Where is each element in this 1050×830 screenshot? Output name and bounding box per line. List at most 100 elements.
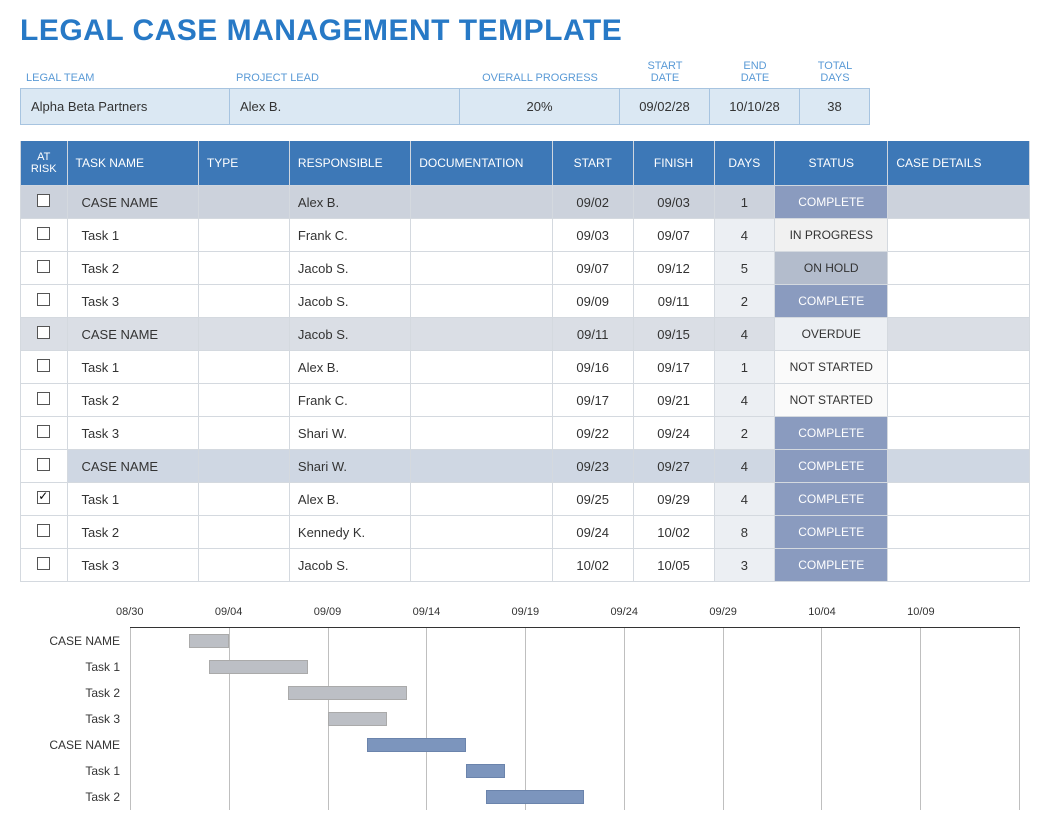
resp-cell: Alex B. xyxy=(289,186,410,219)
days-cell: 3 xyxy=(714,549,775,582)
details-cell xyxy=(888,252,1030,285)
summary-hdr-end: END DATE xyxy=(710,54,800,88)
gantt-axis: 08/3009/0409/0909/1409/1909/2409/2910/04… xyxy=(130,606,1020,628)
gantt-row-track xyxy=(130,784,1020,810)
risk-cell xyxy=(21,483,68,516)
at-risk-checkbox[interactable] xyxy=(37,392,50,405)
status-cell: COMPLETE xyxy=(775,516,888,549)
start-cell: 09/03 xyxy=(552,219,633,252)
name-cell: Task 2 xyxy=(67,252,198,285)
finish-cell: 09/15 xyxy=(633,318,714,351)
name-cell: Task 1 xyxy=(67,219,198,252)
name-cell: Task 2 xyxy=(67,384,198,417)
summary-hdr-progress: OVERALL PROGRESS xyxy=(460,54,620,88)
status-cell: COMPLETE xyxy=(775,186,888,219)
col-days: DAYS xyxy=(714,141,775,186)
gantt-tick: 09/29 xyxy=(709,606,808,627)
summary-val-end: 10/10/28 xyxy=(710,88,800,125)
col-status: STATUS xyxy=(775,141,888,186)
at-risk-checkbox[interactable] xyxy=(37,425,50,438)
status-cell: NOT STARTED xyxy=(775,351,888,384)
at-risk-checkbox[interactable] xyxy=(37,458,50,471)
status-cell: NOT STARTED xyxy=(775,384,888,417)
status-cell: ON HOLD xyxy=(775,252,888,285)
start-cell: 09/16 xyxy=(552,351,633,384)
resp-cell: Alex B. xyxy=(289,351,410,384)
resp-cell: Kennedy K. xyxy=(289,516,410,549)
finish-cell: 09/29 xyxy=(633,483,714,516)
doc-cell xyxy=(411,318,553,351)
type-cell xyxy=(198,450,289,483)
at-risk-checkbox[interactable] xyxy=(37,491,50,504)
finish-cell: 10/02 xyxy=(633,516,714,549)
gantt-bar xyxy=(466,764,506,778)
days-cell: 4 xyxy=(714,384,775,417)
at-risk-checkbox[interactable] xyxy=(37,293,50,306)
gantt-tick: 10/04 xyxy=(808,606,907,627)
gantt-row-label: Task 1 xyxy=(40,654,130,680)
gantt-bar xyxy=(367,738,466,752)
name-cell: CASE NAME xyxy=(67,318,198,351)
start-cell: 09/09 xyxy=(552,285,633,318)
case-row: CASE NAMEJacob S.09/1109/154OVERDUE xyxy=(21,318,1030,351)
doc-cell xyxy=(411,417,553,450)
doc-cell xyxy=(411,384,553,417)
task-table: AT RISK TASK NAME TYPE RESPONSIBLE DOCUM… xyxy=(20,141,1030,582)
name-cell: Task 2 xyxy=(67,516,198,549)
case-row: CASE NAMEAlex B.09/0209/031COMPLETE xyxy=(21,186,1030,219)
start-cell: 09/23 xyxy=(552,450,633,483)
gantt-row-track xyxy=(130,680,1020,706)
resp-cell: Shari W. xyxy=(289,450,410,483)
at-risk-checkbox[interactable] xyxy=(37,359,50,372)
at-risk-checkbox[interactable] xyxy=(37,524,50,537)
at-risk-checkbox[interactable] xyxy=(37,194,50,207)
resp-cell: Alex B. xyxy=(289,483,410,516)
at-risk-checkbox[interactable] xyxy=(37,557,50,570)
summary-hdr-lead: PROJECT LEAD xyxy=(230,54,460,88)
days-cell: 4 xyxy=(714,318,775,351)
gantt-tick: 09/14 xyxy=(413,606,512,627)
task-row: Task 1Alex B.09/1609/171NOT STARTED xyxy=(21,351,1030,384)
gantt-row-label: CASE NAME xyxy=(40,732,130,758)
type-cell xyxy=(198,417,289,450)
gantt-tick: 09/04 xyxy=(215,606,314,627)
doc-cell xyxy=(411,186,553,219)
summary-hdr-team: LEGAL TEAM xyxy=(20,54,230,88)
doc-cell xyxy=(411,252,553,285)
gantt-tick: 09/09 xyxy=(314,606,413,627)
start-cell: 09/07 xyxy=(552,252,633,285)
details-cell xyxy=(888,384,1030,417)
col-resp: RESPONSIBLE xyxy=(289,141,410,186)
type-cell xyxy=(198,384,289,417)
risk-cell xyxy=(21,450,68,483)
start-cell: 09/02 xyxy=(552,186,633,219)
col-risk: AT RISK xyxy=(21,141,68,186)
gantt-tick: 08/30 xyxy=(116,606,215,627)
gantt-tick: 09/19 xyxy=(512,606,611,627)
days-cell: 5 xyxy=(714,252,775,285)
finish-cell: 09/12 xyxy=(633,252,714,285)
gantt-row-track xyxy=(130,732,1020,758)
gantt-row-label: Task 3 xyxy=(40,706,130,732)
gantt-row-label: CASE NAME xyxy=(40,628,130,654)
resp-cell: Shari W. xyxy=(289,417,410,450)
gantt-row-track xyxy=(130,706,1020,732)
at-risk-checkbox[interactable] xyxy=(37,260,50,273)
at-risk-checkbox[interactable] xyxy=(37,227,50,240)
summary-val-lead: Alex B. xyxy=(230,88,460,125)
gantt-row-track xyxy=(130,758,1020,784)
col-doc: DOCUMENTATION xyxy=(411,141,553,186)
at-risk-checkbox[interactable] xyxy=(37,326,50,339)
name-cell: CASE NAME xyxy=(67,450,198,483)
col-type: TYPE xyxy=(198,141,289,186)
days-cell: 4 xyxy=(714,219,775,252)
col-start: START xyxy=(552,141,633,186)
type-cell xyxy=(198,285,289,318)
details-cell xyxy=(888,219,1030,252)
details-cell xyxy=(888,417,1030,450)
days-cell: 1 xyxy=(714,351,775,384)
details-cell xyxy=(888,318,1030,351)
days-cell: 4 xyxy=(714,483,775,516)
name-cell: CASE NAME xyxy=(67,186,198,219)
summary-val-total: 38 xyxy=(800,88,870,125)
